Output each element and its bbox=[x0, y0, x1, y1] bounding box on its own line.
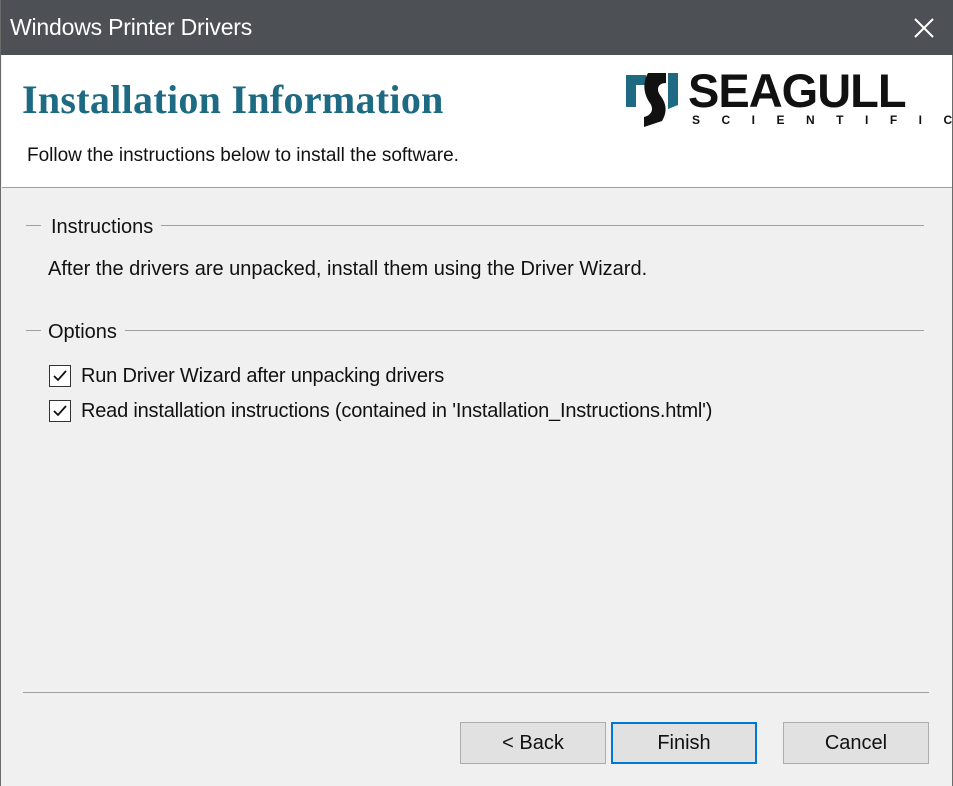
title-bar[interactable]: Windows Printer Drivers bbox=[1, 0, 953, 55]
seagull-logo: SEAGULL SCIENTIFIC bbox=[622, 64, 952, 129]
installer-window: Windows Printer Drivers Installation Inf… bbox=[0, 0, 953, 786]
options-group-line bbox=[125, 330, 924, 331]
instructions-group-line-left bbox=[26, 225, 41, 226]
logo-subtitle: SCIENTIFIC bbox=[692, 113, 953, 127]
finish-button[interactable]: Finish bbox=[611, 722, 757, 764]
read-instructions-checkbox[interactable] bbox=[49, 400, 71, 422]
checkmark-icon bbox=[53, 405, 67, 417]
instructions-group-label: Instructions bbox=[50, 216, 161, 239]
cancel-button[interactable]: Cancel bbox=[783, 722, 929, 764]
checkmark-icon bbox=[53, 370, 67, 382]
read-instructions-label: Read installation instructions (containe… bbox=[81, 399, 713, 422]
header-panel: Installation Information Follow the inst… bbox=[2, 55, 952, 188]
run-wizard-checkbox[interactable] bbox=[49, 365, 71, 387]
page-subtitle: Follow the instructions below to install… bbox=[27, 145, 459, 166]
run-wizard-option[interactable]: Run Driver Wizard after unpacking driver… bbox=[49, 363, 444, 389]
page-title: Installation Information bbox=[22, 77, 444, 122]
close-icon bbox=[914, 17, 934, 38]
options-group-line-left bbox=[26, 330, 41, 331]
options-group-label: Options bbox=[47, 321, 124, 344]
seagull-logo-icon bbox=[626, 73, 678, 127]
back-button[interactable]: < Back bbox=[460, 722, 606, 764]
close-button[interactable] bbox=[894, 0, 953, 55]
logo-wordmark: SEAGULL bbox=[688, 64, 907, 117]
instructions-group-line bbox=[161, 225, 924, 226]
run-wizard-label: Run Driver Wizard after unpacking driver… bbox=[81, 364, 445, 387]
instructions-text: After the drivers are unpacked, install … bbox=[48, 258, 648, 280]
read-instructions-option[interactable]: Read installation instructions (containe… bbox=[49, 398, 712, 424]
footer-separator bbox=[23, 692, 929, 693]
window-title: Windows Printer Drivers bbox=[10, 14, 253, 40]
